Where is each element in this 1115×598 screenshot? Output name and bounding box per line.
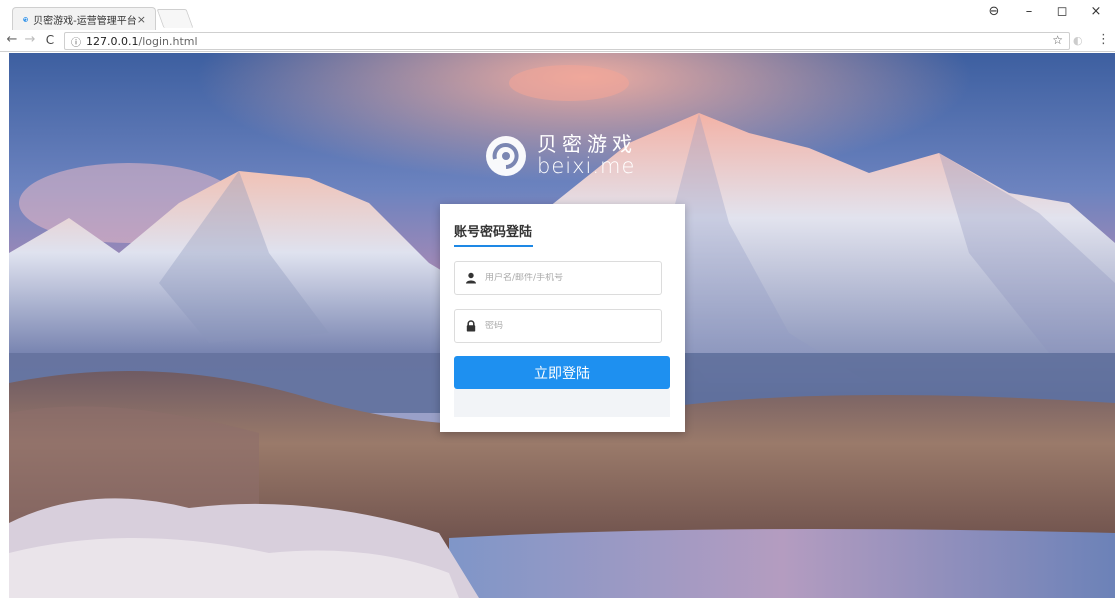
- brand-text: 贝密游戏 beixi.me: [537, 132, 637, 178]
- brand-name-cn: 贝密游戏: [537, 132, 637, 156]
- forward-button[interactable]: →: [22, 32, 38, 47]
- url-path: /login.html: [138, 34, 198, 48]
- tab-close-icon[interactable]: ×: [137, 13, 146, 26]
- browser-titlebar: 贝密游戏-运营管理平台 × ⊖ – ◻ ×: [0, 0, 1115, 30]
- lock-icon: [466, 320, 476, 332]
- brand-name-en: beixi.me: [537, 154, 636, 178]
- browser-menu-icon[interactable]: ⋮: [1097, 32, 1110, 47]
- url-host: 127.0.0.1: [86, 34, 139, 48]
- beimi-logo-icon: [486, 135, 526, 176]
- login-submit-button[interactable]: 立即登陆: [454, 356, 670, 389]
- reload-button[interactable]: C: [42, 33, 58, 47]
- site-info-icon[interactable]: ⓘ: [71, 34, 81, 49]
- maximize-button[interactable]: ◻: [1052, 4, 1072, 19]
- password-field[interactable]: [454, 309, 662, 343]
- login-title: 账号密码登陆: [454, 225, 533, 240]
- password-input[interactable]: [485, 321, 655, 331]
- profile-icon[interactable]: ⊖: [984, 4, 1004, 19]
- username-field[interactable]: [454, 261, 662, 295]
- tab-favicon-icon: [23, 16, 28, 22]
- bookmark-star-icon[interactable]: ☆: [1052, 33, 1063, 47]
- browser-tab[interactable]: 贝密游戏-运营管理平台 ×: [12, 7, 156, 30]
- extension-icon[interactable]: ◐: [1073, 34, 1083, 47]
- page-viewport: 贝密游戏 beixi.me 账号密码登陆 立即登陆: [9, 53, 1115, 598]
- brand-logo: 贝密游戏 beixi.me: [485, 134, 637, 177]
- username-input[interactable]: [485, 273, 655, 283]
- login-card: 账号密码登陆 立即登陆: [440, 204, 685, 432]
- address-bar[interactable]: ⓘ 127.0.0.1/login.html ☆: [64, 32, 1070, 50]
- user-icon: [466, 272, 476, 284]
- title-underline: [454, 245, 533, 247]
- tab-title: 贝密游戏-运营管理平台: [33, 15, 137, 27]
- url-text: 127.0.0.1/login.html: [86, 35, 198, 48]
- browser-toolbar: ← → C ⓘ 127.0.0.1/login.html ☆ ◐ ⋮: [0, 30, 1115, 52]
- card-footer: [454, 389, 670, 417]
- close-window-button[interactable]: ×: [1086, 4, 1106, 19]
- back-button[interactable]: ←: [4, 32, 20, 47]
- minimize-button[interactable]: –: [1019, 4, 1039, 19]
- new-tab-button[interactable]: [156, 9, 194, 28]
